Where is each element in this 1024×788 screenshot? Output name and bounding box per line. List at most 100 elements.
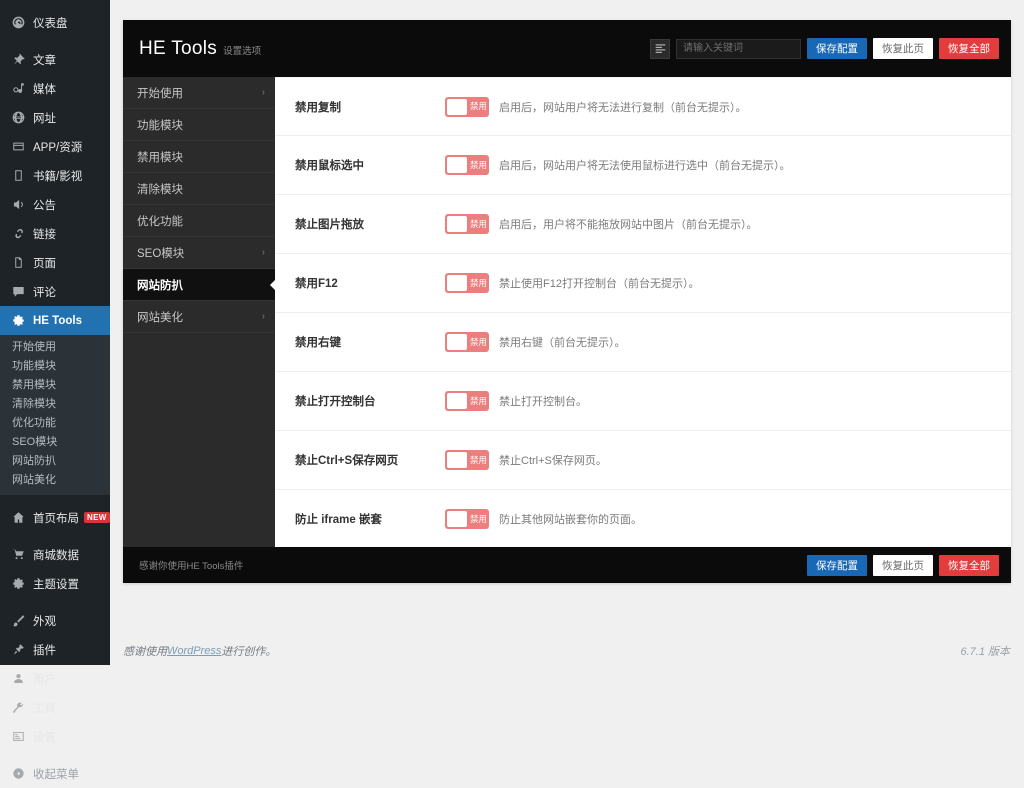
sidebar-item-plugins[interactable]: 插件 [0,635,110,664]
toggle-knob [447,452,467,468]
page-subtitle: 设置选项 [223,43,261,57]
chevron-right-icon: › [262,311,265,322]
footer-restore-all-button[interactable]: 恢复全部 [939,555,999,576]
setting-label: 禁用右键 [295,334,445,350]
panel-nav-item-beautify[interactable]: 网站美化 › [123,301,275,333]
setting-control: 禁用 启用后，网站用户将无法进行复制（前台无提示）。 [445,97,747,117]
panel-nav-item-start[interactable]: 开始使用 › [123,77,275,109]
save-button[interactable]: 保存配置 [807,38,867,59]
footer-actions: 保存配置 恢复此页 恢复全部 [807,555,999,576]
toggle-knob [447,334,467,350]
sidebar-item-books-movies[interactable]: 书籍/影视 [0,161,110,190]
sidebar-sep-4 [0,598,110,606]
sidebar-item-home-layout[interactable]: 首页布局 NEW [0,503,110,532]
panel-nav-label: 网站防扒 [137,277,183,293]
toggle-switch[interactable]: 禁用 [445,97,489,117]
toggle-switch[interactable]: 禁用 [445,214,489,234]
setting-label: 禁止Ctrl+S保存网页 [295,452,445,468]
wordpress-link[interactable]: WordPress [167,645,221,657]
sidebar-item-media[interactable]: 媒体 [0,74,110,103]
sidebar-subitem-antitheft[interactable]: 网站防扒 [0,452,110,471]
setting-control: 禁用 禁用右键（前台无提示）。 [445,332,626,352]
sidebar-subitem-features[interactable]: 功能模块 [0,357,110,376]
sidebar-subitem-seo[interactable]: SEO模块 [0,433,110,452]
sidebar-item-dashboard[interactable]: 仪表盘 [0,8,110,37]
setting-row: 禁用F12 禁用 禁止使用F12打开控制台（前台无提示）。 [275,254,1011,313]
setting-control: 禁用 防止其他网站嵌套你的页面。 [445,509,642,529]
panel-nav-item-optimize[interactable]: 优化功能 [123,205,275,237]
toggle-switch[interactable]: 禁用 [445,391,489,411]
sidebar-subitem-disable[interactable]: 禁用模块 [0,376,110,395]
setting-description: 启用后，用户将不能拖放网站中图片（前台无提示）。 [499,216,758,232]
sidebar-item-settings[interactable]: 设置 [0,722,110,751]
toggle-switch[interactable]: 禁用 [445,509,489,529]
sidebar-item-shop-data[interactable]: 商城数据 [0,540,110,569]
setting-label: 禁用F12 [295,275,445,291]
new-badge: NEW [84,512,110,523]
setting-row: 禁用复制 禁用 启用后，网站用户将无法进行复制（前台无提示）。 [275,77,1011,136]
sidebar-sep-1 [0,37,110,45]
panel-nav-item-features[interactable]: 功能模块 [123,109,275,141]
sidebar-item-theme-settings[interactable]: 主题设置 [0,569,110,598]
list-icon[interactable] [650,39,670,59]
settings-icon [9,729,27,745]
restore-all-button[interactable]: 恢复全部 [939,38,999,59]
panel-nav-label: 功能模块 [137,117,183,133]
panel-nav-item-disable[interactable]: 禁用模块 [123,141,275,173]
sidebar-item-appearance[interactable]: 外观 [0,606,110,635]
wp-footer: 感谢使用 WordPress 进行创作。 6.7.1 版本 [123,643,1010,659]
toggle-label: 禁用 [470,279,487,288]
collapse-icon [9,766,27,782]
sidebar-item-label: 插件 [33,642,56,658]
sidebar-item-label: 首页布局 [33,510,79,526]
sidebar-item-links[interactable]: 链接 [0,219,110,248]
sidebar-item-posts[interactable]: 文章 [0,45,110,74]
panel-nav-label: 禁用模块 [137,149,183,165]
toggle-switch[interactable]: 禁用 [445,450,489,470]
setting-description: 启用后，网站用户将无法进行复制（前台无提示）。 [499,99,747,115]
panel-body: 开始使用 › 功能模块 禁用模块 清除模块 优化功能 [123,77,1011,547]
sidebar-item-label: 书籍/影视 [33,168,82,184]
panel-nav-item-clean[interactable]: 清除模块 [123,173,275,205]
sidebar-item-users[interactable]: 用户 [0,664,110,693]
app-icon [9,139,27,155]
sidebar-subitem-beautify[interactable]: 网站美化 [0,471,110,490]
panel-nav-label: 开始使用 [137,85,183,101]
footer-save-button[interactable]: 保存配置 [807,555,867,576]
restore-page-button[interactable]: 恢复此页 [873,38,933,59]
sidebar-subitem-start[interactable]: 开始使用 [0,338,110,357]
he-tools-panel: HE Tools 设置选项 保存配置 恢复此页 恢复全部 开始使用 › [123,20,1011,583]
footer-restore-page-button[interactable]: 恢复此页 [873,555,933,576]
sidebar-item-collapse-menu[interactable]: 收起菜单 [0,759,110,788]
sidebar-item-tools[interactable]: 工具 [0,693,110,722]
chevron-right-icon: › [262,87,265,98]
cart-icon [9,547,27,563]
sidebar-item-comments[interactable]: 评论 [0,277,110,306]
brush-icon [9,613,27,629]
panel-nav-label: 优化功能 [137,213,183,229]
toggle-switch[interactable]: 禁用 [445,332,489,352]
setting-row: 禁止打开控制台 禁用 禁止打开控制台。 [275,372,1011,431]
toggle-switch[interactable]: 禁用 [445,155,489,175]
setting-label: 禁用复制 [295,99,445,115]
sidebar-sep-2 [0,495,110,503]
sidebar-item-announcements[interactable]: 公告 [0,190,110,219]
sidebar-item-app-resources[interactable]: APP/资源 [0,132,110,161]
sidebar-item-label: 仪表盘 [33,15,68,31]
search-input[interactable] [676,39,801,59]
sidebar-item-pages[interactable]: 页面 [0,248,110,277]
gear-icon [9,576,27,592]
toggle-knob [447,511,467,527]
settings-list: 禁用复制 禁用 启用后，网站用户将无法进行复制（前台无提示）。 禁用鼠标选中 [275,77,1011,547]
sidebar-item-label: 媒体 [33,81,56,97]
sidebar-item-urls[interactable]: 网址 [0,103,110,132]
panel-nav-item-antitheft[interactable]: 网站防扒 [123,269,275,301]
panel-nav-item-seo[interactable]: SEO模块 › [123,237,275,269]
sidebar-subitem-clean[interactable]: 清除模块 [0,395,110,414]
sidebar-item-he-tools[interactable]: HE Tools [0,306,110,335]
toggle-switch[interactable]: 禁用 [445,273,489,293]
panel-nav-label: SEO模块 [137,245,184,261]
setting-control: 禁用 启用后，用户将不能拖放网站中图片（前台无提示）。 [445,214,758,234]
sidebar-subitem-optimize[interactable]: 优化功能 [0,414,110,433]
toggle-knob [447,393,467,409]
